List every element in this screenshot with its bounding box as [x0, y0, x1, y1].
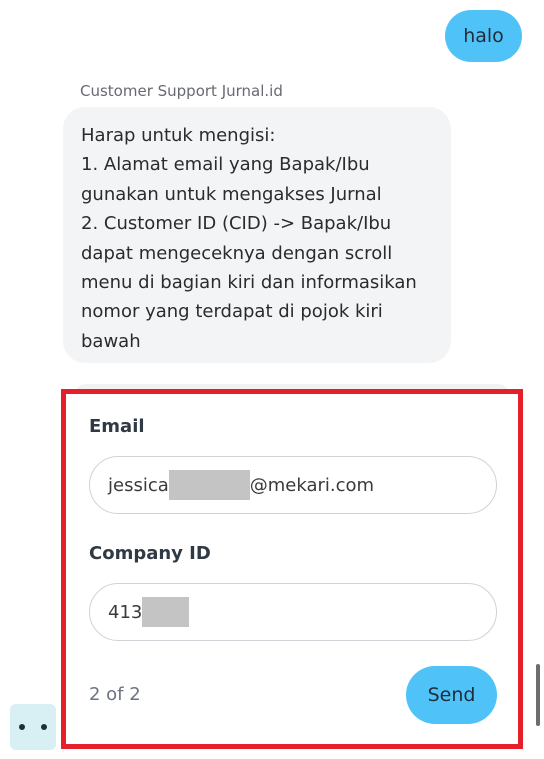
company-id-field[interactable]: 413: [89, 583, 497, 641]
chat-bot-face-icon[interactable]: [10, 704, 56, 750]
launcher-eye-left: [19, 724, 25, 730]
send-button[interactable]: Send: [406, 666, 497, 724]
company-id-value-prefix: 413: [108, 601, 143, 623]
agent-message-line: nomor yang terdapat di pojok kiri: [81, 301, 383, 323]
agent-message-line: Harap untuk mengisi:: [81, 125, 276, 146]
email-label: Email: [89, 416, 145, 437]
company-id-label: Company ID: [89, 543, 211, 564]
agent-message-line: 1. Alamat email yang Bapak/Ibu: [81, 154, 370, 176]
send-button-label: Send: [427, 684, 476, 706]
email-value-prefix: jessica: [108, 474, 169, 496]
agent-message-bubble: Harap untuk mengisi: 1. Alamat email yan…: [63, 107, 451, 363]
agent-sender-name: Customer Support Jurnal.id: [80, 82, 283, 100]
user-message-bubble: halo: [445, 10, 522, 62]
agent-message-line: gunakan untuk mengakses Jurnal: [81, 183, 382, 205]
redaction-block: [168, 470, 250, 500]
redaction-block: [142, 597, 190, 627]
agent-message-line: dapat mengeceknya dengan scroll: [81, 242, 393, 264]
agent-message-line: menu di bagian kiri dan informasikan: [81, 272, 417, 294]
email-field[interactable]: jessica @mekari.com: [89, 456, 497, 514]
launcher-eye-right: [41, 724, 47, 730]
email-value-suffix: @mekari.com: [249, 474, 375, 496]
scrollbar-thumb[interactable]: [536, 664, 540, 726]
agent-message-line: bawah: [81, 330, 141, 352]
form-page-indicator: 2 of 2: [89, 684, 141, 705]
agent-message-line: 2. Customer ID (CID) -> Bapak/Ibu: [81, 213, 392, 235]
user-message-text: halo: [463, 25, 504, 47]
